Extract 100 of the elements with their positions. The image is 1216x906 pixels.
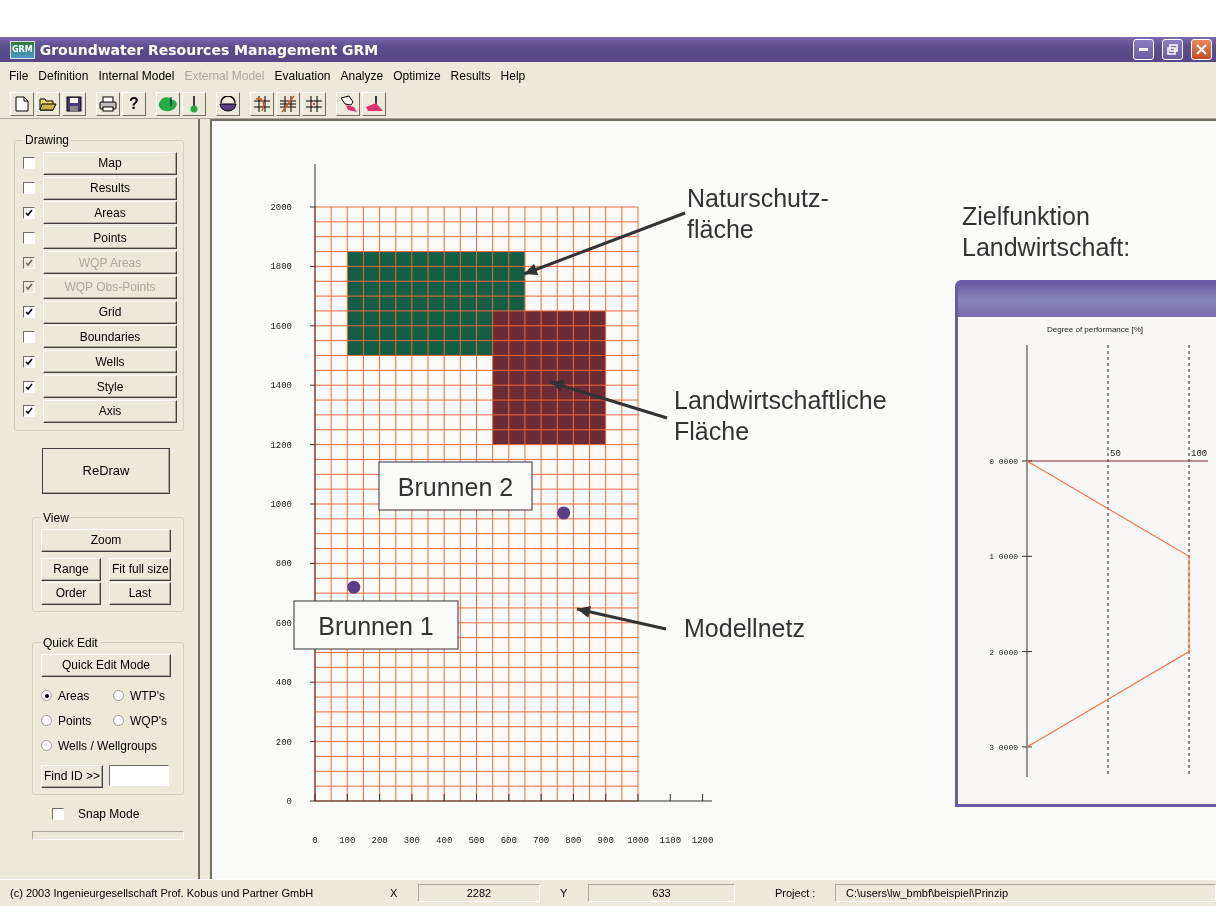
axis-label: 1000 [627, 836, 649, 846]
axis-label: 1800 [270, 262, 292, 273]
radio-button[interactable] [41, 715, 52, 727]
restore-button[interactable] [1162, 39, 1183, 60]
folder-icon [39, 96, 57, 112]
y-label: Y [560, 887, 569, 899]
layer-button[interactable]: Grid [43, 300, 177, 324]
menu-item[interactable]: Definition [33, 69, 94, 83]
view-button[interactable]: Order [41, 581, 101, 605]
axis-label: 100 [339, 836, 356, 846]
axis-label: 700 [533, 836, 550, 846]
radio-button[interactable] [41, 740, 52, 752]
toolbar-button[interactable] [182, 92, 206, 116]
radio-button[interactable] [113, 690, 124, 702]
quick-edit-mode-button[interactable]: Quick Edit Mode [41, 653, 171, 677]
menu-item[interactable]: Evaluation [269, 69, 336, 83]
toolbar-button[interactable] [36, 92, 60, 116]
checkbox[interactable] [23, 182, 35, 195]
restore-icon [1167, 44, 1178, 55]
checkbox[interactable] [23, 207, 35, 219]
axis-label: 800 [275, 559, 292, 570]
radio-label: WQP's [130, 713, 167, 728]
toolbar-button[interactable] [156, 92, 180, 116]
axis-label: 1200 [270, 440, 292, 451]
help-icon: ? [129, 96, 139, 112]
tick-label: 50 [1110, 449, 1121, 459]
close-button[interactable] [1191, 39, 1212, 60]
layer-button[interactable]: Areas [43, 201, 177, 225]
radio-label: Points [58, 713, 92, 728]
menu-item[interactable]: Help [495, 69, 531, 83]
grid-cut-icon [279, 95, 297, 113]
toolbar-button[interactable] [96, 92, 120, 116]
view-button[interactable]: Range [41, 557, 101, 581]
checkbox[interactable] [52, 807, 64, 820]
toolbar-button[interactable]: ? [122, 92, 146, 116]
grid-icon [305, 95, 323, 113]
new-file-icon [15, 96, 29, 112]
axis-label: 2000 [270, 203, 292, 213]
toolbar-button[interactable] [362, 92, 386, 116]
axis-label: 0 [286, 797, 292, 807]
callout-text: Zielfunktion Landwirtschaft: [962, 202, 1131, 261]
layer-button[interactable]: Style [43, 375, 177, 399]
group-title: Drawing [24, 133, 70, 147]
layer-button[interactable]: Map [43, 151, 177, 175]
axis-label: 1600 [270, 321, 292, 332]
toolbar-button[interactable] [216, 92, 240, 116]
axis-label: 500 [468, 836, 485, 846]
tick-label: 2 0000 [989, 647, 1018, 657]
id-input-field[interactable] [109, 764, 170, 786]
map-point-icon [364, 95, 384, 113]
tick-label: 0 0000 [989, 457, 1018, 466]
checkbox[interactable] [23, 380, 35, 393]
printer-icon [99, 96, 117, 112]
callout-text: Naturschutz- fläche [687, 184, 829, 243]
x-value-field: 2282 [418, 884, 540, 902]
radio-button[interactable] [113, 715, 124, 727]
checkbox[interactable] [23, 355, 35, 368]
toolbar-button[interactable] [276, 92, 300, 116]
view-button[interactable]: Fit full size [109, 557, 171, 581]
menu-item[interactable]: File [4, 69, 34, 83]
axis-label: 600 [275, 618, 292, 629]
minimize-button[interactable] [1133, 39, 1154, 60]
copyright-text: (c) 2003 Ingenieurgesellschaft Prof. Kobus und Partner GmbH [10, 887, 315, 899]
toolbar-button[interactable] [62, 92, 86, 116]
layer-button[interactable]: Boundaries [43, 325, 177, 349]
layer-button[interactable]: Points [43, 226, 177, 250]
menu-item[interactable]: Optimize [388, 69, 446, 83]
redraw-button[interactable]: ReDraw [42, 447, 170, 494]
checkbox[interactable] [23, 405, 35, 418]
axis-label: 1400 [270, 381, 292, 392]
group-title: Quick Edit [42, 635, 99, 650]
checkbox[interactable] [23, 231, 35, 244]
toolbar-button[interactable] [302, 92, 326, 116]
layer-button[interactable]: Axis [43, 399, 177, 423]
axis-label: 300 [403, 836, 420, 846]
toolbar-button[interactable] [250, 92, 274, 116]
group-title: View [42, 510, 70, 525]
axis-label: 900 [597, 836, 614, 846]
checkbox[interactable] [23, 157, 35, 170]
menu-item[interactable]: Analyze [335, 69, 389, 83]
callout-text: Modellnetz [684, 614, 805, 642]
radio-button[interactable] [41, 690, 52, 702]
axis-label: 200 [275, 737, 292, 748]
view-button[interactable]: Last [109, 581, 171, 605]
well-marker [557, 506, 571, 520]
find-id-button[interactable]: Find ID >> [41, 764, 104, 788]
well-label: Brunnen 1 [318, 612, 434, 640]
grid-edit-icon [253, 95, 271, 113]
checkbox[interactable] [23, 306, 35, 319]
axis-label: 0 [312, 836, 318, 846]
zoom-button[interactable]: Zoom [41, 528, 171, 552]
layer-button[interactable]: Results [43, 176, 177, 200]
app-logo: GRM [10, 40, 35, 59]
layer-button[interactable]: Wells [43, 350, 177, 374]
radio-label: Wells / Wellgroups [58, 738, 157, 753]
menu-item[interactable]: Internal Model [93, 69, 180, 83]
map-pick-icon [338, 95, 358, 113]
menu-item[interactable]: Results [445, 69, 496, 83]
toolbar-button[interactable] [336, 92, 360, 116]
checkbox[interactable] [23, 330, 35, 343]
